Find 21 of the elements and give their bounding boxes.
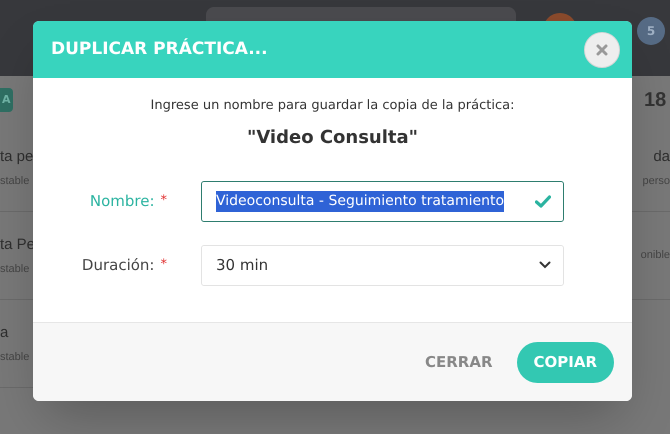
check-icon	[535, 194, 551, 208]
row-title: da	[653, 147, 670, 167]
chevron-down-icon	[539, 261, 551, 269]
row-title: a	[0, 323, 10, 343]
field-label: Nombre:	[90, 190, 154, 212]
required-mark-icon: *	[160, 255, 167, 275]
name-field[interactable]: Videoconsulta - Seguimiento tratamiento	[201, 180, 564, 222]
source-name: "Video Consulta"	[246, 126, 418, 150]
counter: 18	[643, 88, 666, 113]
notification-badge[interactable]: 5	[637, 17, 665, 45]
duration-select[interactable]: 30 min	[201, 244, 564, 286]
row-title: ta pe	[0, 147, 33, 167]
copy-button[interactable]: COPIAR	[516, 342, 614, 382]
close-button[interactable]	[584, 32, 620, 68]
prompt-text: Ingrese un nombre para guardar la copia de la práctica:	[150, 97, 514, 115]
field-label: Duración:	[82, 254, 154, 276]
required-mark-icon: *	[160, 191, 167, 211]
close-icon	[596, 44, 608, 56]
dialog-title: DUPLICAR PRÁCTICA...	[51, 37, 268, 61]
tag-badge: A	[0, 88, 13, 112]
close-text-button[interactable]: CERRAR	[422, 342, 494, 382]
